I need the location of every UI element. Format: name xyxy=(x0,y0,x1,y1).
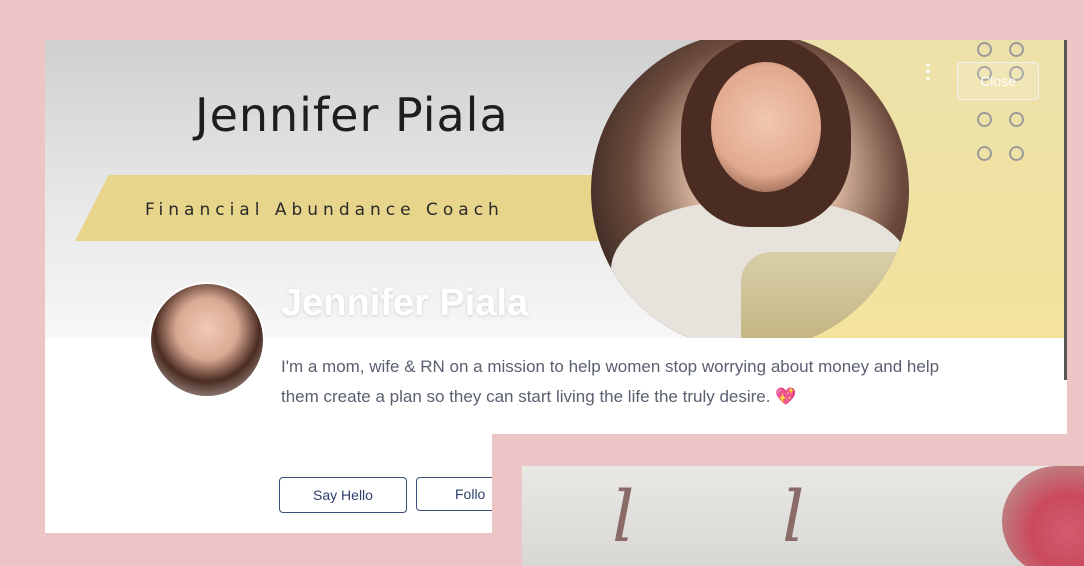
profile-bio: I'm a mom, wife & RN on a mission to hel… xyxy=(281,357,940,406)
overlay-photo xyxy=(1002,466,1084,566)
dot-icon xyxy=(977,112,992,127)
dot-icon xyxy=(1009,146,1024,161)
dot-icon xyxy=(977,146,992,161)
dot-icon xyxy=(1009,112,1024,127)
say-hello-button[interactable]: Say Hello xyxy=(279,477,407,513)
dot-icon xyxy=(977,42,992,57)
avatar xyxy=(149,282,265,398)
script-lettering: l xyxy=(782,476,805,558)
banner-name: Jennifer Piala xyxy=(195,88,509,142)
more-options-icon[interactable]: ⋮ xyxy=(918,62,938,88)
overlay-card: l l xyxy=(522,466,1084,566)
close-button[interactable]: Close xyxy=(957,62,1039,100)
script-lettering: l xyxy=(612,476,635,558)
scrollbar[interactable] xyxy=(1064,40,1067,380)
cover-photo xyxy=(591,40,909,338)
banner-tagline: Financial Abundance Coach xyxy=(145,200,504,220)
dot-icon xyxy=(1009,42,1024,57)
profile-name: Jennifer Piala xyxy=(281,282,529,324)
